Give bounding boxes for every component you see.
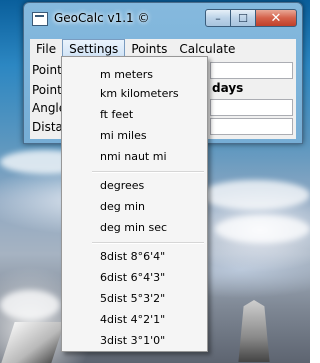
minimize-button[interactable]: – (205, 9, 231, 27)
menu-item-deg-min[interactable]: deg min (100, 198, 145, 216)
menu-item-degrees[interactable]: degrees (100, 177, 144, 195)
menu-item-precision-4[interactable]: 4dist 4°2'1" (100, 311, 165, 329)
menu-item-precision-5[interactable]: 5dist 5°3'2" (100, 290, 165, 308)
menu-item-meters[interactable]: m meters (100, 66, 153, 84)
close-button[interactable]: ✕ (255, 9, 297, 27)
cloud (215, 215, 310, 243)
menu-separator (92, 171, 204, 173)
window-title: GeoCalc v1.1 © (54, 11, 150, 25)
menu-item-precision-3[interactable]: 3dist 3°1'0" (100, 332, 165, 350)
menu-separator (92, 242, 204, 244)
app-window-icon[interactable] (32, 12, 48, 26)
robotic-arm-image (1, 322, 65, 363)
menu-item-precision-6[interactable]: 6dist 6°4'3" (100, 269, 165, 287)
cloud (0, 290, 60, 320)
point2-field[interactable]: days (210, 81, 293, 98)
settings-dropdown-menu: m meters km kilometers ft feet mi miles … (61, 56, 208, 352)
menu-file[interactable]: File (30, 39, 62, 59)
distance-field[interactable] (210, 118, 293, 135)
cloud (200, 180, 310, 210)
point1-label: Point (32, 63, 62, 77)
title-bar[interactable]: GeoCalc v1.1 © – ☐ ✕ (24, 3, 302, 35)
space-shuttle-image (238, 300, 270, 362)
menu-item-miles[interactable]: mi miles (100, 127, 147, 145)
maximize-button[interactable]: ☐ (230, 9, 256, 27)
menu-item-deg-min-sec[interactable]: deg min sec (100, 219, 167, 237)
menu-item-feet[interactable]: ft feet (100, 106, 133, 124)
menu-item-kilometers[interactable]: km kilometers (100, 85, 179, 103)
point1-field[interactable] (210, 62, 293, 79)
point2-label: Point (32, 83, 62, 97)
angle-field[interactable] (210, 99, 293, 116)
menu-item-precision-8[interactable]: 8dist 8°6'4" (100, 248, 165, 266)
menu-item-nautical-miles[interactable]: nmi naut mi (100, 148, 167, 166)
